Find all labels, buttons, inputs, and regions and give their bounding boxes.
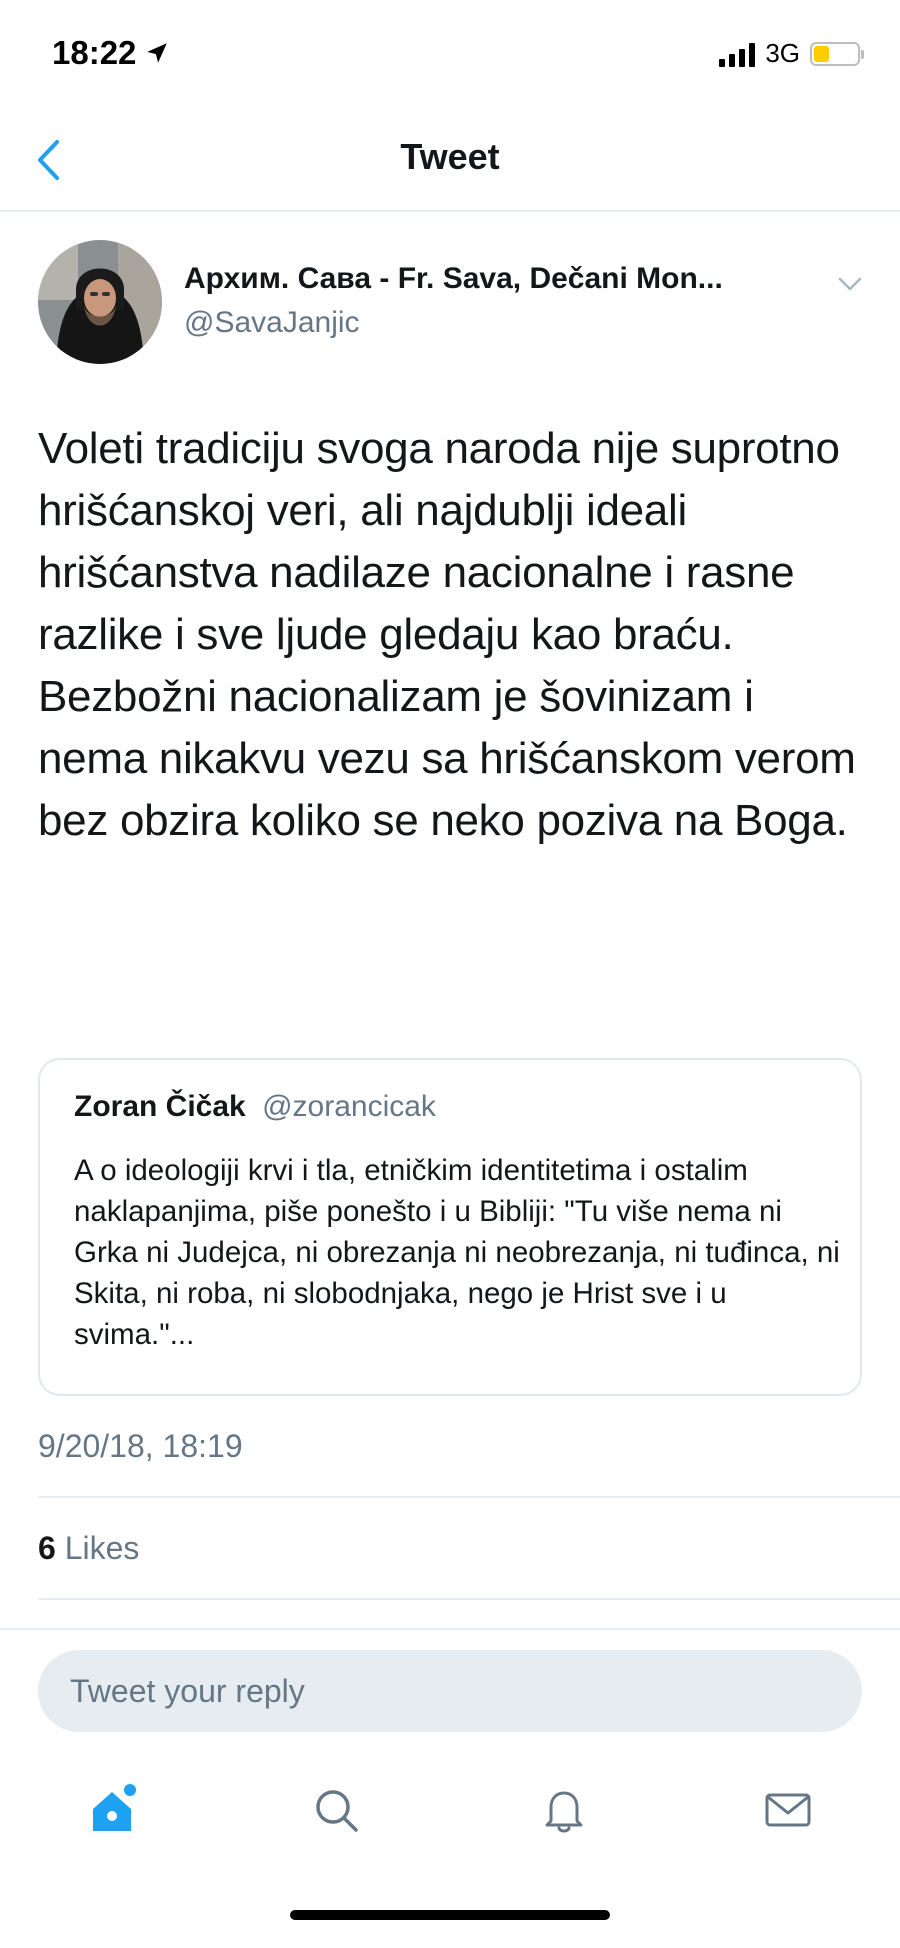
tab-bar [0,1760,900,1860]
location-arrow-icon [147,43,168,63]
tab-notifications[interactable] [524,1770,604,1850]
status-time-group: 18:22 [52,34,170,72]
battery-icon [810,41,864,66]
avatar[interactable] [38,240,162,364]
quoted-tweet-text: A o ideologiji krvi i tla, etničkim iden… [74,1154,840,1351]
tab-search[interactable] [296,1770,376,1850]
messages-icon [765,1793,811,1827]
search-icon [316,1790,358,1832]
reply-divider [0,1628,900,1630]
quoted-tweet-header: Zoran Čičak @zorancicak [74,1090,436,1124]
home-indicator[interactable] [290,1910,610,1920]
divider [38,1598,900,1600]
notification-dot [124,1784,136,1796]
author-name[interactable]: Архим. Сава - Fr. Sava, Dečani Mon... [184,262,834,296]
divider [38,1496,900,1498]
battery-level [814,45,829,62]
network-type: 3G [765,38,800,68]
tweet-timestamp: 9/20/18, 18:19 [38,1428,243,1464]
tab-messages[interactable] [748,1770,828,1850]
quoted-author-name: Zoran Čičak [74,1090,246,1123]
navigation-bar: Tweet [0,110,900,212]
tweet-text: Voleti tradiciju svoga naroda nije supro… [38,424,856,845]
likes-count: 6 [38,1530,56,1566]
likes-summary[interactable]: 6 Likes [38,1530,139,1567]
reply-input[interactable] [38,1650,862,1732]
status-bar: 18:22 3G [0,0,900,110]
status-indicators: 3G [719,38,864,69]
likes-label: Likes [64,1530,140,1566]
notifications-icon [545,1791,583,1833]
page-title: Tweet [400,136,500,177]
tab-home[interactable] [72,1770,152,1850]
author-handle[interactable]: @SavaJanjic [184,306,360,340]
quoted-author-handle: @zorancicak [262,1090,436,1123]
status-time: 18:22 [52,34,137,71]
avatar-image [38,240,162,364]
more-options-button[interactable] [836,274,864,294]
signal-bars-icon [719,41,756,67]
chevron-down-icon [838,277,862,291]
quoted-tweet[interactable]: Zoran Čičak @zorancicak A o ideologiji k… [38,1058,862,1396]
